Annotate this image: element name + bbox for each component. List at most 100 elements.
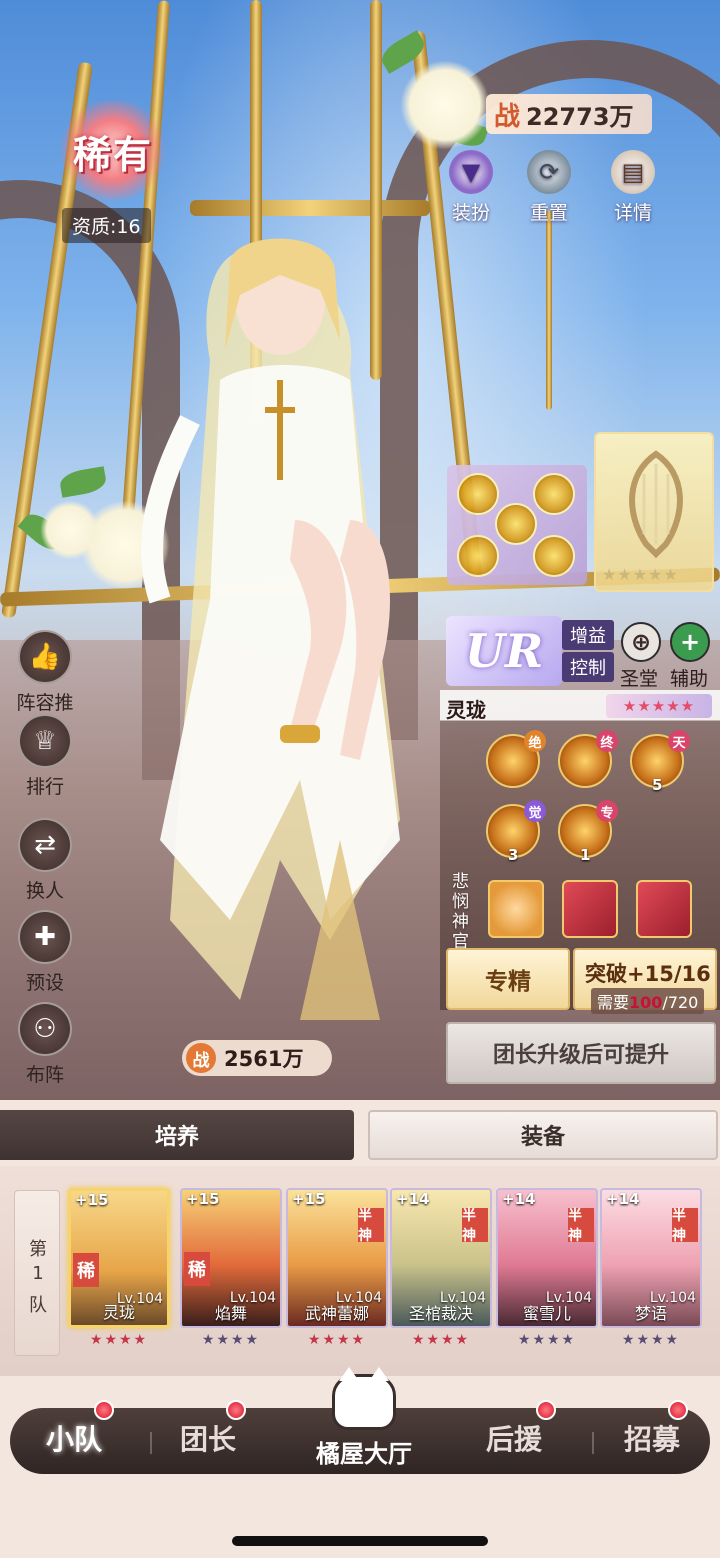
breakthrough-label: 突破+15/16 xyxy=(585,962,711,986)
swap-label: 换人 xyxy=(25,880,64,902)
hero-rank: UR xyxy=(446,616,562,686)
skill-badge: 专 xyxy=(596,800,618,822)
quality-label: 资质:16 xyxy=(62,208,151,243)
rune-slot[interactable] xyxy=(457,473,499,515)
member-name: 蜜雪儿 xyxy=(522,1304,571,1323)
lily-flower xyxy=(400,60,490,150)
preset-label: 预设 xyxy=(25,972,64,994)
breakthrough-cost: 需要100/720 xyxy=(591,988,705,1014)
member-badge: 半神 xyxy=(358,1208,384,1244)
reset-icon: ⟳ xyxy=(527,150,571,194)
formation-icon: ⚇ xyxy=(18,1002,72,1056)
team-member-card[interactable]: +14 半神 Lv.104 蜜雪儿 xyxy=(496,1188,598,1328)
hero-stars: ★★★★★ xyxy=(606,694,712,718)
nav-recruit[interactable]: 招募 xyxy=(624,1418,680,1458)
exclusive-button[interactable]: 专精 xyxy=(446,948,570,1010)
team-member-card[interactable]: +15 半神 Lv.104 武神蕾娜 xyxy=(286,1188,388,1328)
role-label: 辅助 xyxy=(670,668,709,690)
nav-leader[interactable]: 团长 xyxy=(180,1418,236,1458)
preset-button[interactable]: ✚ 预设 xyxy=(10,910,80,995)
nav-divider xyxy=(592,1432,594,1454)
details-button[interactable]: ▤ 详情 xyxy=(598,150,668,225)
gamepad-icon: ✚ xyxy=(18,910,72,964)
member-badge: 稀 xyxy=(73,1253,99,1287)
nav-support[interactable]: 后援 xyxy=(486,1418,542,1458)
member-plus: +14 xyxy=(502,1190,536,1208)
leader-upgrade-button[interactable]: 团长升级后可提升 xyxy=(446,1022,716,1084)
rune-slot[interactable] xyxy=(533,473,575,515)
bond-slot[interactable] xyxy=(488,880,544,938)
bond-slot[interactable] xyxy=(636,880,692,938)
team-label-char: 队 xyxy=(29,1295,47,1316)
hero-name: 灵珑 xyxy=(446,698,486,722)
artifact-slot[interactable]: ★★★★★ xyxy=(594,432,714,592)
reset-button[interactable]: ⟳ 重置 xyxy=(514,150,584,225)
swap-icon: ⇄ xyxy=(18,818,72,872)
member-stars: ★★★★ xyxy=(411,1332,471,1348)
home-indicator[interactable] xyxy=(232,1536,488,1546)
team-power: 战 22773万 xyxy=(486,94,652,134)
skill-badge: 绝 xyxy=(524,730,546,752)
dress-button[interactable]: ▼ 装扮 xyxy=(436,150,506,225)
tab-cultivate[interactable]: 培养 xyxy=(0,1110,354,1160)
rune-slot[interactable] xyxy=(495,503,537,545)
ranking-button[interactable]: ♕ 排行 xyxy=(10,714,80,799)
formation-button[interactable]: ⚇ 布阵 xyxy=(10,1002,80,1087)
power-prefix: 战 xyxy=(494,101,521,132)
nav-hall[interactable]: 橘屋大厅 xyxy=(306,1367,422,1470)
bond-label: 悲悯神官 xyxy=(452,872,469,952)
plus-icon[interactable]: + xyxy=(670,622,710,662)
dress-label: 装扮 xyxy=(451,202,490,224)
member-badge: 半神 xyxy=(568,1208,594,1244)
faction-label: 圣堂 xyxy=(620,668,659,690)
rune-slot[interactable] xyxy=(457,535,499,577)
rarity-badge: 稀有 xyxy=(58,100,168,200)
member-plus: +15 xyxy=(292,1190,326,1208)
skill-level: 1 xyxy=(580,846,591,864)
skill-badge: 终 xyxy=(596,730,618,752)
nav-hall-label: 橘屋大厅 xyxy=(316,1439,412,1468)
member-badge: 稀 xyxy=(184,1252,210,1286)
member-plus: +14 xyxy=(606,1190,640,1208)
member-plus: +15 xyxy=(75,1191,109,1209)
member-plus: +15 xyxy=(186,1190,220,1208)
rune-grid[interactable] xyxy=(447,465,587,585)
formation-label: 布阵 xyxy=(25,1064,64,1086)
skill-level: 5 xyxy=(652,776,663,794)
team-member-card[interactable]: +14 半神 Lv.104 梦语 xyxy=(600,1188,702,1328)
notification-dot xyxy=(94,1400,114,1420)
ranking-label: 排行 xyxy=(25,776,64,798)
tag-buff: 增益 xyxy=(562,620,614,650)
team-member-card[interactable]: +15 稀 Lv.104 灵珑 xyxy=(68,1188,170,1328)
cat-icon xyxy=(332,1367,396,1430)
bond-slot[interactable] xyxy=(562,880,618,938)
skill-badge: 天 xyxy=(668,730,690,752)
power-value: 22773万 xyxy=(526,102,634,131)
details-label: 详情 xyxy=(613,202,652,224)
breakthrough-button[interactable]: 突破+15/16 需要100/720 xyxy=(573,948,717,1014)
rune-slot[interactable] xyxy=(533,535,575,577)
team-member-card[interactable]: +14 半神 Lv.104 圣棺裁决 xyxy=(390,1188,492,1328)
tag-control: 控制 xyxy=(562,652,614,682)
member-name: 梦语 xyxy=(634,1304,667,1323)
team-member-card[interactable]: +15 稀 Lv.104 焰舞 xyxy=(180,1188,282,1328)
dress-icon: ▼ xyxy=(449,150,493,194)
nav-squad[interactable]: 小队 xyxy=(46,1418,102,1458)
thumbs-up-icon: 👍 xyxy=(18,630,72,684)
swap-button[interactable]: ⇄ 换人 xyxy=(10,818,80,903)
member-stars: ★★★★ xyxy=(89,1332,149,1348)
member-badge: 半神 xyxy=(672,1208,698,1244)
tab-equipment[interactable]: 装备 xyxy=(368,1110,718,1160)
hero-power-value: 2561万 xyxy=(224,1047,304,1071)
character-model xyxy=(140,238,400,1020)
skill-level: 3 xyxy=(508,846,519,864)
crosshair-icon[interactable]: ⊕ xyxy=(621,622,661,662)
cage-bar xyxy=(190,200,430,216)
rarity-label: 稀有 xyxy=(72,132,153,177)
cost-have: 100 xyxy=(629,993,663,1012)
member-name: 圣棺裁决 xyxy=(408,1304,473,1323)
member-stars: ★★★★ xyxy=(201,1332,261,1348)
lily-flower xyxy=(40,500,100,560)
team-selector[interactable]: 第 1 队 xyxy=(14,1190,60,1356)
skill-badge: 觉 xyxy=(524,800,546,822)
